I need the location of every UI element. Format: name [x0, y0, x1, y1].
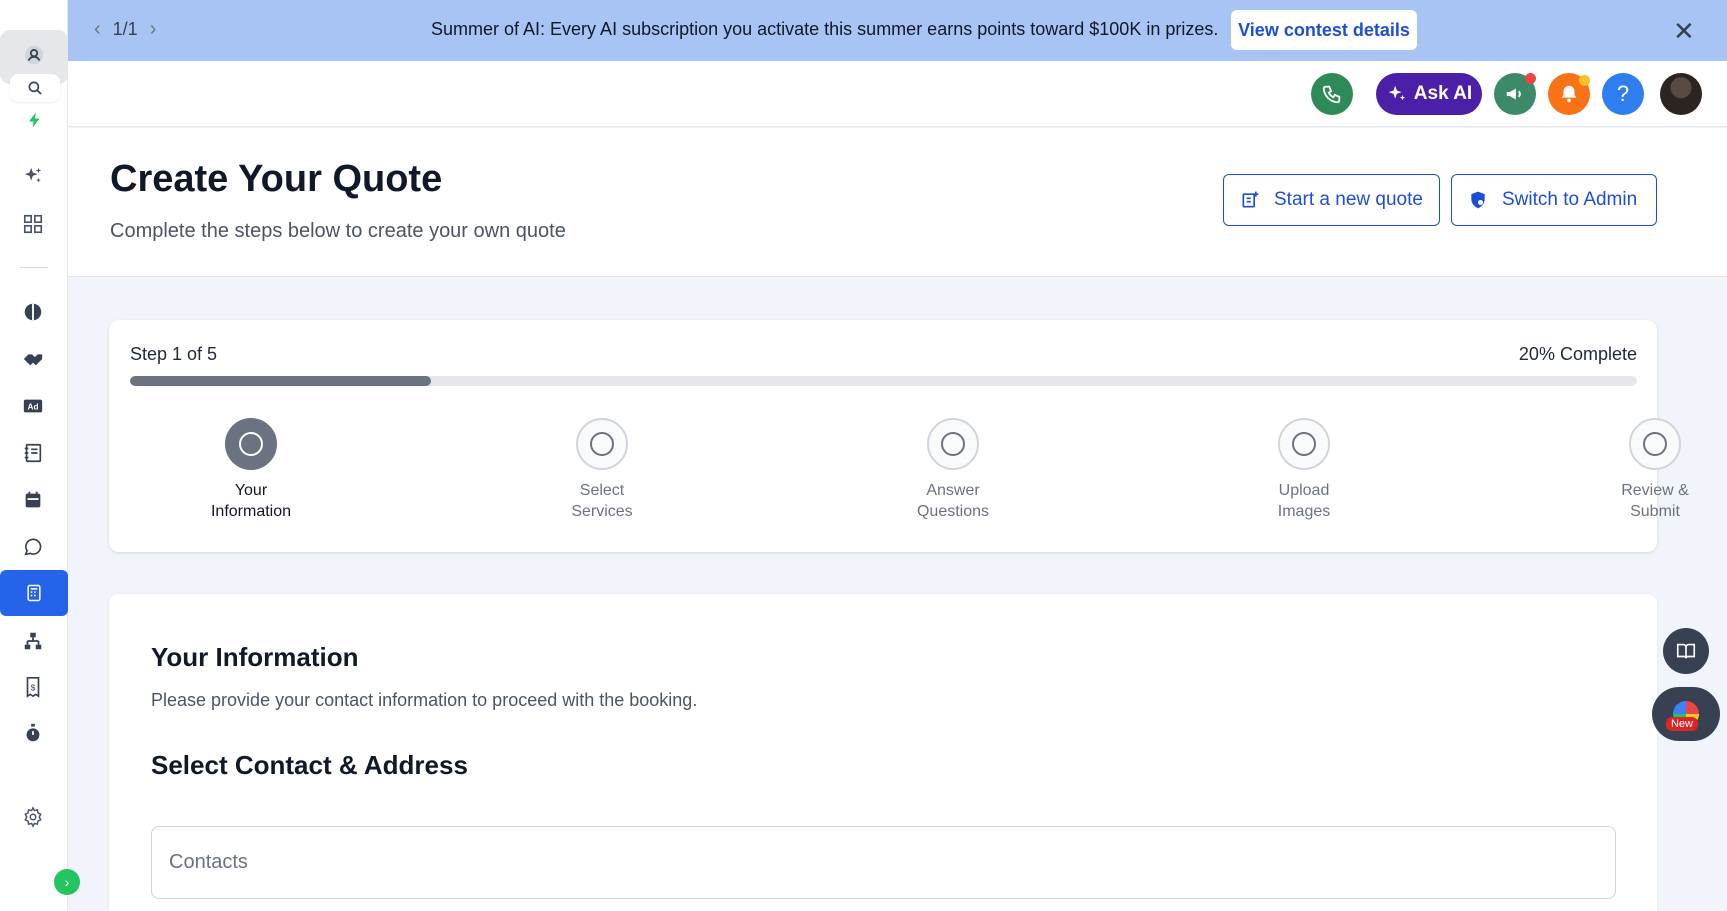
phone-icon	[1322, 85, 1341, 104]
sparkles-icon	[1388, 85, 1406, 101]
stopwatch-icon[interactable]	[18, 718, 48, 748]
step-label: Your Information	[210, 482, 292, 520]
switch-to-admin-button[interactable]: Switch to Admin	[1451, 174, 1657, 226]
megaphone-icon	[1506, 88, 1521, 100]
step-label: Upload Images	[1277, 482, 1331, 520]
sidebar-item-quotes[interactable]	[0, 570, 68, 616]
contact-address-heading: Select Contact & Address	[151, 750, 468, 780]
step-indicator	[225, 418, 277, 470]
step-indicator	[927, 418, 979, 470]
expand-icon: ›	[64, 874, 70, 890]
calendar-icon[interactable]	[18, 485, 48, 515]
page-header: Create Your Quote Complete the steps bel…	[68, 128, 1727, 277]
quote-calculator-icon	[27, 584, 41, 602]
phone-button[interactable]	[1311, 73, 1353, 115]
notebook-icon[interactable]	[18, 438, 48, 468]
help-button[interactable]: ?	[1602, 73, 1644, 115]
step-label: Select Services	[571, 482, 633, 520]
handshake-icon[interactable]	[18, 344, 48, 374]
sidebar: Ad $ ›	[0, 0, 80, 911]
svg-text:Ad: Ad	[28, 403, 39, 412]
step-indicator	[1278, 418, 1330, 470]
sparkles-icon[interactable]	[18, 161, 48, 191]
page-subtitle: Complete the steps below to create your …	[110, 220, 566, 242]
settings-icon[interactable]	[18, 802, 48, 832]
svg-text:$: $	[31, 684, 36, 693]
invoice-icon[interactable]: $	[18, 672, 48, 702]
chevron-right-icon[interactable]: ›	[150, 18, 157, 41]
admin-shield-icon	[1471, 191, 1485, 209]
open-book-icon	[1676, 643, 1696, 659]
page-title: Create Your Quote	[110, 158, 443, 200]
contacts-select[interactable]: Contacts	[151, 826, 1616, 899]
view-contest-details-button[interactable]: View contest details	[1231, 10, 1417, 50]
search-icon	[28, 81, 42, 95]
step-select-services[interactable]: Select Services	[532, 418, 672, 522]
new-badge: New	[1666, 717, 1699, 731]
banner-message: Summer of AI: Every AI subscription you …	[431, 19, 1219, 39]
bell-icon	[1561, 85, 1577, 103]
announcement-banner: ‹ 1/1 › Summer of AI: Every AI subscript…	[68, 0, 1727, 61]
step-counter: Step 1 of 5	[130, 344, 218, 364]
step-your-information[interactable]: Your Information	[181, 418, 321, 522]
step-label: Review & Submit	[1621, 482, 1689, 520]
quick-actions-button[interactable]	[10, 108, 60, 132]
grid-icon[interactable]	[18, 209, 48, 239]
ask-ai-label: Ask AI	[1413, 83, 1473, 104]
progress-bar	[130, 376, 1637, 386]
step-answer-questions[interactable]: Answer Questions	[883, 418, 1023, 522]
banner-pagination: ‹ 1/1 ›	[94, 18, 156, 41]
knowledge-base-button[interactable]	[1663, 628, 1709, 674]
your-information-card: Your Information Please provide your con…	[109, 594, 1657, 911]
step-review-submit[interactable]: Review & Submit	[1585, 418, 1725, 522]
ask-ai-button[interactable]: Ask AI	[1376, 73, 1482, 115]
sidebar-divider	[20, 267, 48, 268]
step-indicator	[576, 418, 628, 470]
notification-dot	[1579, 75, 1590, 86]
user-icon	[19, 40, 49, 70]
chat-icon[interactable]	[18, 532, 48, 562]
sitemap-icon[interactable]	[18, 626, 48, 656]
top-header: Ask AI ?	[68, 61, 1727, 127]
new-document-icon	[1242, 191, 1259, 208]
new-feature-button[interactable]: New	[1652, 687, 1720, 741]
bolt-icon	[29, 112, 40, 128]
step-upload-images[interactable]: Upload Images	[1234, 418, 1374, 522]
pie-icon[interactable]	[18, 297, 48, 327]
notification-dot	[1525, 73, 1536, 84]
section-description: Please provide your contact information …	[151, 690, 698, 710]
close-icon[interactable]: ✕	[1673, 16, 1695, 47]
start-new-quote-button[interactable]: Start a new quote	[1223, 174, 1440, 226]
step-indicator	[1629, 418, 1681, 470]
banner-page-indicator: 1/1	[112, 19, 138, 39]
start-new-quote-label: Start a new quote	[1274, 189, 1423, 210]
section-heading: Your Information	[151, 642, 359, 672]
ad-icon[interactable]: Ad	[18, 391, 48, 421]
progress-card: Step 1 of 5 20% Complete Your Information…	[109, 320, 1689, 552]
chevron-left-icon[interactable]: ‹	[94, 18, 101, 41]
switch-to-admin-label: Switch to Admin	[1502, 189, 1638, 210]
avatar[interactable]	[1660, 73, 1702, 115]
progress-bar-fill	[130, 376, 432, 386]
expand-sidebar-button[interactable]: ›	[54, 869, 80, 895]
help-icon: ?	[1616, 81, 1630, 106]
sidebar-search-button[interactable]	[10, 74, 60, 102]
step-label: Answer Questions	[916, 482, 990, 520]
percent-complete: 20% Complete	[1518, 344, 1637, 364]
